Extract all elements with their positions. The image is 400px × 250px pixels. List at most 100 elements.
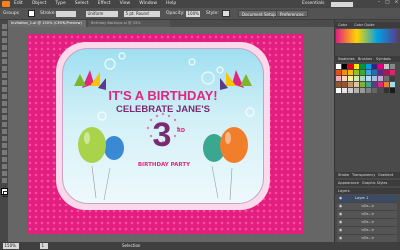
preferences-button[interactable]: Preferences (276, 10, 308, 17)
swatch[interactable] (360, 64, 365, 69)
fill-swatch[interactable] (28, 10, 35, 17)
swatch[interactable] (378, 70, 383, 75)
swatch[interactable] (366, 70, 371, 75)
swatch[interactable] (384, 64, 389, 69)
tab-appearance[interactable]: Appearance (338, 181, 359, 185)
hand-tool-icon[interactable] (1, 171, 7, 176)
minimize-icon[interactable]: – (378, 0, 380, 6)
swatch[interactable] (354, 64, 359, 69)
tab-symbols[interactable]: Symbols (376, 57, 391, 61)
tab-layers[interactable]: Layers (338, 189, 350, 193)
swatch[interactable] (360, 76, 365, 81)
eyedropper-tool-icon[interactable] (1, 129, 7, 134)
swatch[interactable] (384, 70, 389, 75)
gradient-tool-icon[interactable] (1, 122, 7, 127)
swatch[interactable] (384, 76, 389, 81)
swatch[interactable] (360, 70, 365, 75)
swatch[interactable] (372, 82, 377, 87)
close-icon[interactable]: × (395, 0, 399, 6)
eye-icon[interactable]: ◉ (339, 204, 342, 209)
tab-swatches[interactable]: Swatches (338, 57, 355, 61)
swatch[interactable] (342, 76, 347, 81)
swatch[interactable] (348, 70, 353, 75)
line-tool-icon[interactable] (1, 59, 7, 64)
sublayer-row[interactable]: ◉ <Gr...> (337, 227, 397, 235)
search-input[interactable] (330, 1, 353, 7)
swatch[interactable] (342, 82, 347, 87)
sublayer-row[interactable]: ◉ <Gr...> (337, 203, 397, 211)
tab-stroke[interactable]: Stroke (338, 173, 349, 177)
swatch[interactable] (390, 82, 395, 87)
swatch[interactable] (336, 70, 341, 75)
menu-effect[interactable]: Effect (98, 1, 111, 7)
swatch[interactable] (390, 64, 395, 69)
tab-invitation[interactable]: Invitation_1.ai @ 150% (CMYK/Preview) (8, 20, 86, 27)
tab-gradient[interactable]: Gradient (378, 173, 393, 177)
menu-object[interactable]: Object (32, 1, 47, 7)
swatch[interactable] (342, 70, 347, 75)
opacity-field[interactable]: 100% (186, 10, 200, 17)
swatch[interactable] (366, 88, 371, 93)
swatch[interactable] (348, 64, 353, 69)
eye-icon[interactable]: ◉ (339, 236, 342, 241)
swatch[interactable] (366, 76, 371, 81)
eye-icon[interactable]: ◉ (339, 220, 342, 225)
menu-edit[interactable]: Edit (14, 1, 23, 7)
workspace-switcher[interactable]: Essentials (302, 1, 325, 7)
selection-tool-icon[interactable] (1, 24, 7, 29)
swatch[interactable] (390, 88, 395, 93)
swatch[interactable] (372, 76, 377, 81)
swatch[interactable] (336, 88, 341, 93)
swatch[interactable] (336, 82, 341, 87)
swatch[interactable] (372, 88, 377, 93)
brush-profile-select[interactable]: Uniform (86, 10, 118, 17)
zoom-tool-icon[interactable] (1, 178, 7, 183)
magic-wand-tool-icon[interactable] (1, 38, 7, 43)
paintbrush-tool-icon[interactable] (1, 73, 7, 78)
graphic-style-picker[interactable] (222, 10, 230, 17)
swatch[interactable] (390, 76, 395, 81)
tab-birthday-backups[interactable]: Birthday Backups.ai @ 33% (CMYK/Preview) (88, 20, 170, 32)
shape-builder-tool-icon[interactable] (1, 108, 7, 113)
menu-select[interactable]: Select (75, 1, 89, 7)
swatch[interactable] (348, 82, 353, 87)
swatch[interactable] (348, 88, 353, 93)
menu-help[interactable]: Help (166, 1, 176, 7)
swatch[interactable] (342, 64, 347, 69)
menu-view[interactable]: View (120, 1, 131, 7)
swatch[interactable] (378, 64, 383, 69)
swatch[interactable] (342, 88, 347, 93)
symbol-sprayer-tool-icon[interactable] (1, 143, 7, 148)
tab-graphic-styles[interactable]: Graphic Styles (362, 181, 387, 185)
swatch[interactable] (360, 88, 365, 93)
artboard-number-field[interactable]: 1 (40, 243, 48, 249)
swatch[interactable] (336, 64, 341, 69)
swatch[interactable] (354, 88, 359, 93)
swatch[interactable] (390, 70, 395, 75)
direct-selection-tool-icon[interactable] (1, 31, 7, 36)
menu-type[interactable]: Type (55, 1, 65, 7)
tab-brushes[interactable]: Brushes (358, 57, 372, 61)
mesh-tool-icon[interactable] (1, 115, 7, 120)
slice-tool-icon[interactable] (1, 164, 7, 169)
document-setup-button[interactable]: Document Setup (238, 10, 280, 17)
swatch[interactable] (378, 76, 383, 81)
swatch[interactable] (348, 76, 353, 81)
scale-tool-icon[interactable] (1, 94, 7, 99)
type-tool-icon[interactable] (1, 52, 7, 57)
swatch[interactable] (354, 82, 359, 87)
rotate-tool-icon[interactable] (1, 87, 7, 92)
swatch[interactable] (372, 64, 377, 69)
pencil-tool-icon[interactable] (1, 80, 7, 85)
width-tool-icon[interactable] (1, 101, 7, 106)
eye-icon[interactable]: ◉ (339, 212, 342, 217)
tab-color-guide[interactable]: Color Guide (354, 23, 375, 27)
swatch[interactable] (372, 70, 377, 75)
tab-color[interactable]: Color (338, 23, 347, 27)
swatches-grid[interactable] (336, 64, 398, 134)
brush-definition-select[interactable]: 5 pt. Round (124, 10, 160, 17)
rectangle-tool-icon[interactable] (1, 66, 7, 71)
maximize-icon[interactable]: □ (385, 0, 389, 6)
swatch[interactable] (354, 70, 359, 75)
swatch[interactable] (378, 88, 383, 93)
